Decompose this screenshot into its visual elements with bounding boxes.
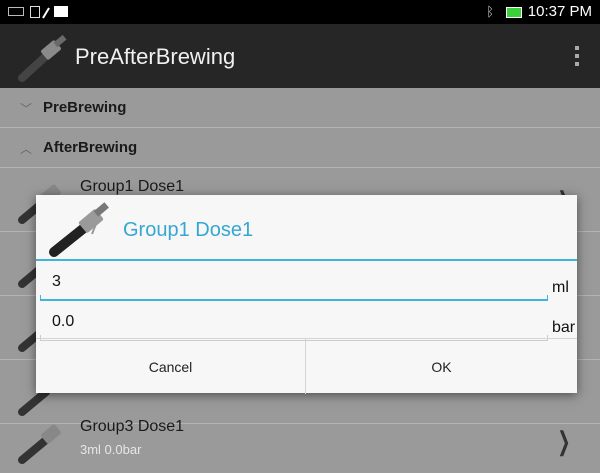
group-label: PreBrewing — [43, 99, 127, 116]
volume-input[interactable] — [40, 267, 548, 297]
dialog-header: Group1 Dose1 — [36, 195, 577, 261]
portafilter-icon — [49, 202, 109, 257]
portafilter-icon — [18, 34, 67, 82]
item-title: Group3 Dose1 — [80, 418, 185, 435]
portafilter-icon — [18, 424, 61, 464]
status-bar: ᛒ 10:37 PM — [0, 0, 600, 24]
action-bar: PreAfterBrewing — [0, 24, 600, 88]
chevron-down-icon: ﹀ — [20, 102, 33, 116]
ok-button[interactable]: OK — [306, 339, 577, 394]
volume-field: ml — [36, 267, 577, 303]
overflow-menu-icon[interactable] — [574, 46, 580, 68]
pen-icon — [42, 6, 50, 19]
pressure-unit: bar — [552, 319, 576, 336]
pressure-input[interactable] — [40, 307, 548, 337]
dose-dialog: Group1 Dose1 ml bar Cancel OK — [36, 195, 577, 394]
item-title: Group1 Dose1 — [80, 178, 185, 195]
chevron-right-icon: ❯ — [557, 426, 571, 456]
bluetooth-icon: ᛒ — [486, 4, 494, 19]
app-title: PreAfterBrewing — [75, 44, 236, 69]
cancel-button[interactable]: Cancel — [36, 339, 306, 394]
clock-time: 10:37 PM — [527, 3, 592, 20]
group-header-prebrewing[interactable]: ﹀ PreBrewing — [0, 88, 600, 128]
chevron-up-icon: ︿ — [20, 142, 33, 156]
volume-unit: ml — [552, 279, 569, 296]
group-label: AfterBrewing — [43, 139, 138, 156]
dialog-buttons: Cancel OK — [36, 338, 577, 394]
dialog-title: Group1 Dose1 — [123, 219, 254, 241]
volume-underline — [40, 295, 548, 301]
clipboard-icon — [30, 6, 40, 18]
battery-icon — [506, 7, 522, 18]
image-icon — [54, 6, 68, 17]
keyboard-icon — [8, 7, 24, 16]
item-subtitle: 3ml 0.0bar — [80, 442, 142, 457]
list-item[interactable]: Group3 Dose1 3ml 0.0bar ❯ — [0, 408, 600, 472]
group-header-afterbrewing[interactable]: ︿ AfterBrewing — [0, 128, 600, 168]
